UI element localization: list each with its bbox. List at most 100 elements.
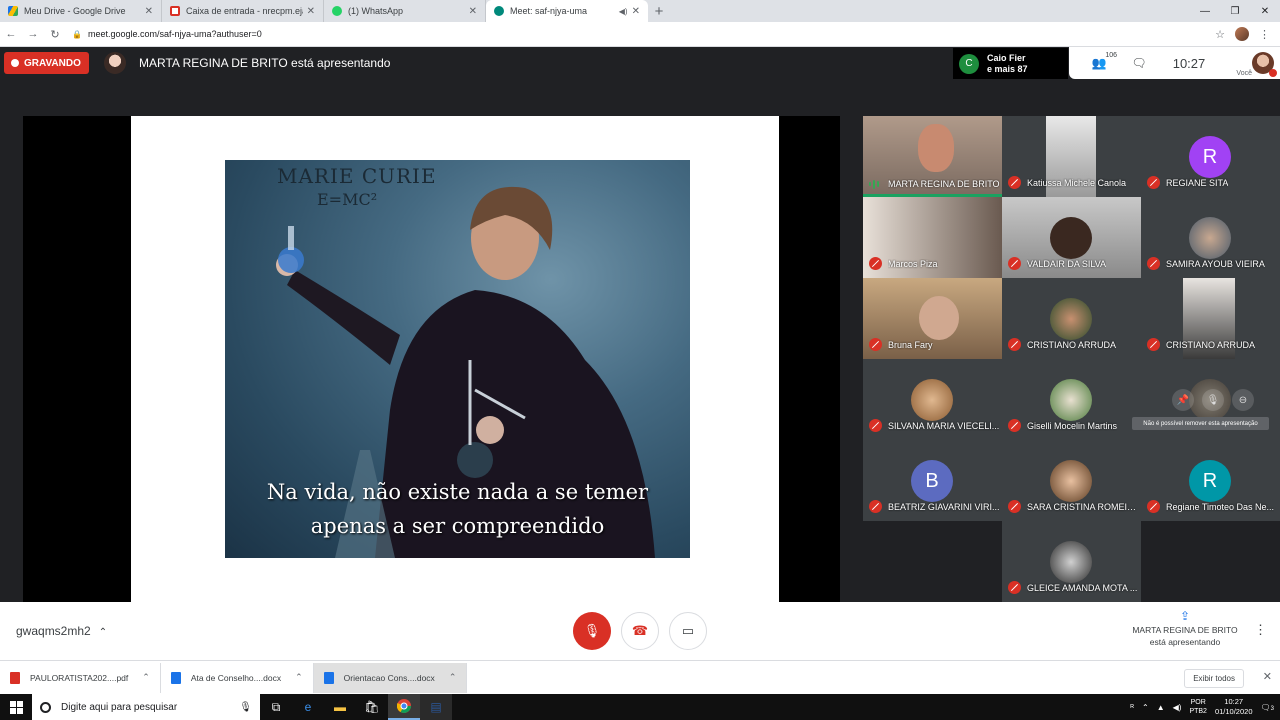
- participant-tile[interactable]: Katiussa Michele Canola: [1002, 116, 1141, 197]
- leave-call-button[interactable]: ☎: [621, 612, 659, 650]
- participant-avatar: [1050, 460, 1092, 502]
- bookmark-star-icon[interactable]: ☆: [1215, 28, 1225, 41]
- meet-top-controls: 👥 106 🗨 10:27 Você: [1069, 47, 1280, 79]
- task-view-icon[interactable]: ⧉: [260, 694, 292, 720]
- participant-tile[interactable]: MARTA REGINA DE BRITO: [863, 116, 1002, 197]
- notification-icon[interactable]: 🗨3: [1261, 703, 1275, 712]
- muted-mic-icon: [869, 257, 882, 270]
- menu-dots-icon[interactable]: ⋮: [1259, 28, 1270, 41]
- participant-avatar: [1189, 217, 1231, 259]
- download-item[interactable]: Ata de Conselho....docx ⌃: [161, 662, 314, 693]
- people-button[interactable]: 👥 106: [1079, 52, 1119, 70]
- chat-button[interactable]: 🗨: [1119, 56, 1159, 70]
- restore-icon[interactable]: ❐: [1220, 0, 1250, 22]
- participant-tile[interactable]: CRISTIANO ARRUDA: [1002, 278, 1141, 359]
- participant-tile[interactable]: Giselli Mocelin Martins: [1002, 359, 1141, 440]
- marie-curie-poster: MARIE CURIE E=MC² Na vida, não existe na…: [225, 160, 690, 558]
- participant-tile[interactable]: R Regiane Timoteo Das Ne...: [1141, 440, 1280, 521]
- back-icon[interactable]: ←: [0, 28, 22, 40]
- more-options-icon[interactable]: ⋮: [1254, 622, 1267, 638]
- participant-tile[interactable]: R REGIANE SITA: [1141, 116, 1280, 197]
- meet-icon: [494, 6, 504, 16]
- meet-bottom-bar: gwaqms2mh2 ⌃ 🎙 ☎ ▭ ⇪ MARTA REGINA DE BRIT…: [0, 602, 1280, 660]
- close-window-icon[interactable]: ✕: [1250, 0, 1280, 22]
- url-text: meet.google.com/saf-njya-uma?authuser=0: [87, 29, 262, 39]
- close-icon[interactable]: ✕: [1263, 670, 1272, 683]
- tab-google-drive[interactable]: Meu Drive - Google Drive ✕: [0, 0, 162, 22]
- input-language[interactable]: POR PTB2: [1189, 698, 1207, 716]
- windows-start-icon[interactable]: [0, 694, 32, 720]
- participant-tile[interactable]: VALDAIR DA SILVA: [1002, 197, 1141, 278]
- poster-title: MARIE CURIE: [277, 164, 437, 188]
- muted-mic-icon: [1008, 419, 1021, 432]
- address-bar: ← → ↻ 🔒 meet.google.com/saf-njya-uma?aut…: [0, 22, 1280, 47]
- muted-mic-icon: [1008, 338, 1021, 351]
- profile-avatar[interactable]: [1235, 27, 1249, 41]
- participant-avatar: [1050, 298, 1092, 340]
- participant-tile[interactable]: SAMIRA AYOUB VIEIRA: [1141, 197, 1280, 278]
- edge-icon[interactable]: e: [292, 694, 324, 720]
- participant-initial-avatar: B: [911, 460, 953, 502]
- participant-tile[interactable]: Bruna Fary: [863, 278, 1002, 359]
- people-icon: 👥: [1091, 56, 1107, 70]
- people-tray-icon[interactable]: ᴿ: [1130, 703, 1134, 712]
- presenting-status[interactable]: ⇪ MARTA REGINA DE BRITO está apresentand…: [1120, 610, 1250, 648]
- participant-tile[interactable]: Marcos Piza: [863, 197, 1002, 278]
- participant-tile[interactable]: B BEATRIZ GIAVARINI VIRI...: [863, 440, 1002, 521]
- chevron-up-icon[interactable]: ⌃: [295, 672, 303, 683]
- taskbar-clock[interactable]: 10:27 01/10/2020: [1215, 697, 1253, 717]
- chrome-icon[interactable]: [388, 694, 420, 720]
- taskbar-search-input[interactable]: Digite aqui para pesquisar 🎙: [32, 694, 260, 720]
- muted-mic-icon: [869, 500, 882, 513]
- speaking-icon: [869, 179, 882, 189]
- remove-icon[interactable]: ⊖: [1232, 389, 1254, 411]
- pin-icon[interactable]: 📌: [1172, 389, 1194, 411]
- volume-icon[interactable]: ◀): [1173, 703, 1182, 712]
- camera-icon: ▭: [681, 623, 695, 638]
- minimize-icon[interactable]: —: [1190, 0, 1220, 22]
- participant-count: 106: [1105, 52, 1117, 59]
- microphone-icon[interactable]: 🎙: [239, 702, 252, 713]
- participant-tile[interactable]: SARA CRISTINA ROMEIR...: [1002, 440, 1141, 521]
- lock-icon[interactable]: 🔒: [72, 30, 82, 39]
- tab-gmail[interactable]: Caixa de entrada - nrecpm.eja@g ✕: [162, 0, 324, 22]
- mic-off-icon: 🎙: [583, 623, 601, 638]
- chat-notification[interactable]: C Caio Fier e mais 87: [953, 48, 1068, 79]
- reload-icon[interactable]: ↻: [44, 28, 66, 41]
- tab-meet[interactable]: Meet: saf-njya-uma ◀) ✕: [486, 0, 648, 22]
- forward-icon[interactable]: →: [22, 28, 44, 40]
- participant-video: [1050, 217, 1092, 259]
- close-icon[interactable]: ✕: [307, 6, 315, 17]
- mic-toggle-button[interactable]: 🎙: [573, 612, 611, 650]
- camera-toggle-button[interactable]: ▭: [669, 612, 707, 650]
- chevron-up-icon[interactable]: ⌃: [449, 672, 457, 683]
- meeting-details-button[interactable]: gwaqms2mh2 ⌃: [16, 624, 107, 638]
- mute-participant-icon[interactable]: 🎙: [1202, 389, 1224, 411]
- present-screen-icon: ⇪: [1179, 609, 1191, 623]
- chevron-up-icon[interactable]: ⌃: [1142, 703, 1149, 712]
- store-icon[interactable]: 🛍: [356, 694, 388, 720]
- participant-tile[interactable]: SILVANA MARIA VIECELI...: [863, 359, 1002, 440]
- download-item[interactable]: Orientacao Cons....docx ⌃: [313, 662, 468, 693]
- tab-whatsapp[interactable]: (1) WhatsApp ✕: [324, 0, 486, 22]
- close-icon[interactable]: ✕: [469, 6, 477, 17]
- download-item[interactable]: PAULORATISTA202....pdf ⌃: [0, 662, 161, 693]
- muted-mic-icon: [1147, 257, 1160, 270]
- show-all-downloads-button[interactable]: Exibir todos: [1184, 669, 1244, 688]
- url-field[interactable]: 🔒 meet.google.com/saf-njya-uma?authuser=…: [66, 25, 1215, 44]
- google-drive-icon: [8, 6, 18, 16]
- file-explorer-icon[interactable]: ▬: [324, 694, 356, 720]
- speaker-icon[interactable]: ◀): [619, 7, 628, 16]
- participant-avatar: [911, 379, 953, 421]
- participant-tile[interactable]: GLEICE AMANDA MOTA ...: [1002, 521, 1141, 602]
- network-icon[interactable]: ▲: [1157, 703, 1165, 712]
- new-tab-button[interactable]: +: [648, 0, 670, 22]
- participant-tile[interactable]: CRISTIANO ARRUDA: [1141, 278, 1280, 359]
- close-icon[interactable]: ✕: [632, 6, 640, 17]
- whatsapp-icon: [332, 6, 342, 16]
- docx-file-icon: [170, 671, 181, 684]
- muted-mic-icon: [1147, 176, 1160, 189]
- word-icon[interactable]: ▤: [420, 694, 452, 720]
- chevron-up-icon[interactable]: ⌃: [142, 672, 150, 683]
- close-icon[interactable]: ✕: [145, 6, 153, 17]
